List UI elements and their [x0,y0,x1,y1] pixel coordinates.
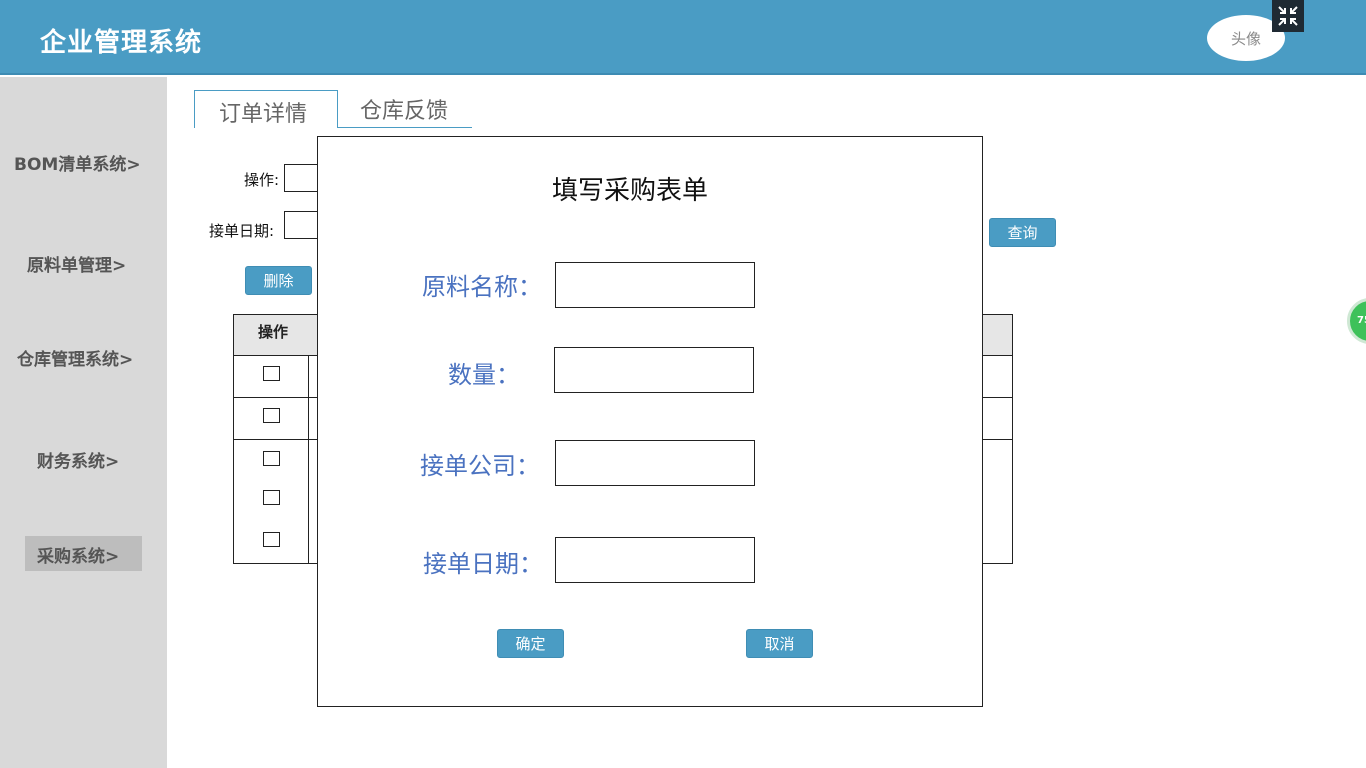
row-checkbox[interactable] [263,490,280,505]
purchase-form-dialog: 填写采购表单 原料名称： 数量： 接单公司： 接单日期： 确定 取消 [317,136,983,707]
tab-order-details[interactable]: 订单详情 [194,90,338,128]
quantity-input[interactable] [554,347,754,393]
row-checkbox[interactable] [263,532,280,547]
floating-badge[interactable]: 75 [1347,298,1366,344]
sidebar-item-finance[interactable]: 财务系统> [37,447,119,472]
company-label: 接单公司： [420,452,540,480]
dialog-title: 填写采购表单 [551,176,708,206]
sidebar-item-material[interactable]: 原料单管理> [27,251,126,276]
material-name-input[interactable] [555,262,755,308]
quantity-label: 数量： [448,361,520,389]
sidebar-item-bom[interactable]: BOM清单系统> [14,150,141,175]
operation-label: 操作: [244,171,280,189]
cancel-button[interactable]: 取消 [746,629,813,658]
sidebar-item-purchase[interactable]: 采购系统> [25,536,142,571]
collapse-arrows-icon[interactable] [1272,0,1304,32]
top-header: 企业管理系统 头像 [0,0,1366,75]
sidebar [0,77,167,768]
row-checkbox[interactable] [263,408,280,423]
row-checkbox[interactable] [263,451,280,466]
company-input[interactable] [555,440,755,486]
delete-button[interactable]: 删除 [245,266,312,295]
date-label: 接单日期: [209,222,275,240]
order-date-input[interactable] [555,537,755,583]
material-name-label: 原料名称： [422,273,542,301]
row-checkbox[interactable] [263,366,280,381]
confirm-button[interactable]: 确定 [497,629,564,658]
app-title: 企业管理系统 [40,28,203,58]
query-button[interactable]: 查询 [989,218,1056,247]
table-header-operation: 操作 [258,323,289,341]
sidebar-item-warehouse[interactable]: 仓库管理系统> [17,345,133,370]
tab-warehouse-feedback[interactable]: 仓库反馈 [338,90,472,128]
order-date-label: 接单日期： [423,550,543,578]
